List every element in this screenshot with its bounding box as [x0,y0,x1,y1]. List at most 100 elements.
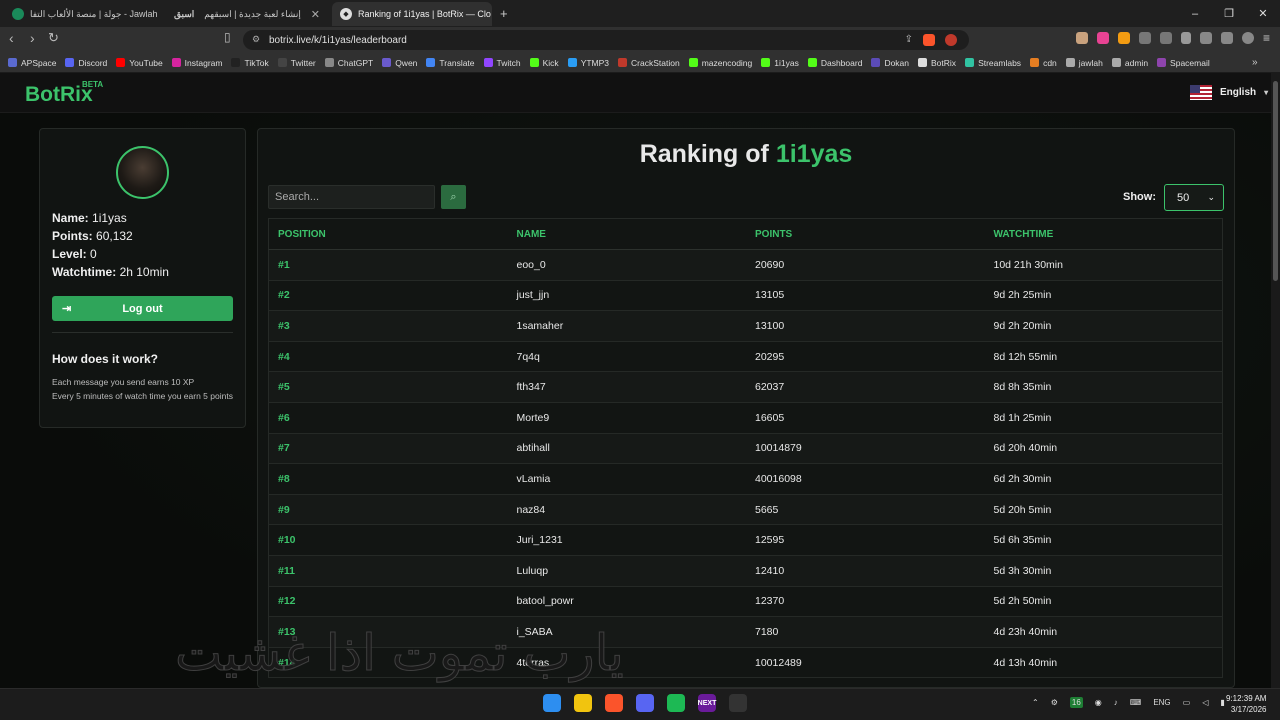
next-icon[interactable]: NEXT [698,694,716,712]
share-icon[interactable]: ⇪ [905,34,913,45]
extension-icon[interactable] [1117,32,1130,44]
bookmark-item[interactable]: Twitter [277,58,316,68]
row-position: #9 [278,503,290,516]
file-explorer-icon[interactable] [574,694,592,712]
bookmark-item[interactable]: APSpace [8,58,56,68]
row-name: 1samaher [516,319,564,332]
row-watchtime: 5d 3h 30min [993,564,1052,577]
bookmark-item[interactable]: BotRix [918,58,956,68]
avatar [116,146,169,199]
bookmark-item[interactable]: TikTok [231,57,269,68]
more-bookmarks-icon[interactable]: » [1252,57,1258,68]
row-name: Luluqp [516,564,549,577]
tab-botrix[interactable]: ◆ Ranking of 1i1yas | BotRix — Clo ✕ [332,2,492,26]
bookmark-item[interactable]: Instagram [171,58,222,68]
windows-start-icon[interactable] [543,694,561,712]
extension-icon[interactable] [1075,32,1088,44]
tab-isbiqhum[interactable]: اسبق إنشاء لعبة جديدة | اسبقهم ✕ [166,2,328,26]
bookmark-item[interactable]: jawlah [1065,58,1103,68]
minimize-button[interactable]: – [1178,8,1212,20]
keyboard-icon[interactable]: ⌨ [1130,698,1142,707]
brave-shields-icon[interactable] [923,34,935,46]
back-icon[interactable]: ‹ [9,30,14,46]
column-position[interactable]: POSITION [269,229,508,240]
bookmark-item[interactable]: admin [1111,58,1148,68]
sidebar-icon[interactable] [1180,32,1191,44]
site-info-icon[interactable]: ⚙ [252,34,260,45]
bookmarks-bar: APSpace Discord YouTube Instagram TikTok Twit… [0,53,1280,73]
bookmark-favicon-icon [426,58,436,67]
column-watchtime[interactable]: WATCHTIME [985,229,1223,240]
column-name[interactable]: NAME [508,229,747,240]
scrollbar-thumb[interactable] [1273,81,1278,281]
leo-icon[interactable] [1220,32,1233,44]
bookmark-item[interactable]: Kick [529,58,559,68]
menu-icon[interactable]: ≡ [1263,31,1270,45]
bookmark-item[interactable]: 1i1yas [761,58,799,68]
row-points: 13105 [755,289,785,302]
discord-icon[interactable] [636,694,654,712]
bookmark-favicon-icon [1157,58,1167,67]
forward-icon[interactable]: › [30,30,35,46]
settings-icon[interactable]: ⚙ [1051,698,1058,707]
wallet-icon[interactable] [1199,32,1212,44]
spotify-icon[interactable] [667,694,685,712]
bookmark-favicon-icon [1111,58,1121,67]
bookmark-item[interactable]: Translate [426,58,475,68]
search-button[interactable]: ⌕ [441,185,466,209]
chevron-up-icon[interactable]: ⌃ [1032,698,1039,707]
tab-label: إنشاء لعبة جديدة | اسبقهم [204,8,301,19]
bookmark-item[interactable]: mazencoding [688,58,752,68]
bookmark-favicon-icon [1030,58,1040,67]
row-position: #2 [278,289,290,302]
volume-icon[interactable]: ◁ [1202,698,1208,707]
extension-icon[interactable] [1159,32,1172,44]
close-icon[interactable]: ✕ [311,8,320,21]
row-watchtime: 5d 20h 5min [993,503,1052,516]
row-points: 12410 [755,564,785,577]
bookmark-item[interactable]: Discord [65,58,107,68]
column-points[interactable]: POINTS [746,229,985,240]
brave-icon[interactable] [605,694,623,712]
bookmark-item[interactable]: CrackStation [618,58,680,68]
battery-icon[interactable]: ▮ [1220,698,1224,707]
steam-icon[interactable] [729,694,747,712]
new-tab-button[interactable]: + [500,6,508,21]
close-window-button[interactable]: ✕ [1246,7,1280,20]
bookmark-item[interactable]: YTMP3 [567,58,609,68]
bookmark-item[interactable]: Qwen [382,58,417,68]
display-icon[interactable]: ▭ [1183,698,1191,707]
bookmark-label: TikTok [244,57,269,68]
overlay-text: يارب تموت اذا غشيت [175,624,624,683]
logout-button[interactable]: ⇥ Log out [52,296,233,321]
reload-icon[interactable]: ↻ [48,30,59,46]
show-select[interactable]: 50 ⌄ [1164,184,1224,211]
scrollbar[interactable] [1271,73,1280,688]
how-it-works-line: Each message you send earns 10 XP [52,377,195,387]
discord-tray-icon[interactable]: ◉ [1095,698,1102,707]
puzzle-icon[interactable] [1138,32,1151,44]
vpn-icon[interactable] [1241,32,1254,44]
bookmark-item[interactable]: cdn [1030,58,1057,68]
table-row: #12 batool_powr 12370 5d 2h 50min [268,586,1223,618]
maximize-button[interactable]: ❐ [1212,7,1246,20]
bookmark-item[interactable]: Dashboard [807,58,862,68]
language-selector[interactable]: English ▾ [1190,85,1268,100]
clock[interactable]: 9:12:39 AM 3/17/2026 [1226,693,1266,715]
bookmark-item[interactable]: YouTube [116,58,163,68]
search-input[interactable] [268,185,435,209]
extension-icon[interactable] [1096,32,1109,44]
bookmark-icon[interactable]: ▯ [224,30,231,44]
brave-rewards-icon[interactable] [945,34,957,46]
address-bar[interactable]: ⚙ botrix.live/k/1i1yas/leaderboard ⇪ [243,30,969,50]
tab-jawlah[interactable]: جولة | منصة الألعاب التفا - Jawlah ✕ [4,2,162,26]
row-name: batool_powr [516,595,574,608]
bookmark-item[interactable]: ChatGPT [324,58,373,68]
microphone-icon[interactable]: ♪ [1114,698,1118,707]
bookmark-item[interactable]: Spacemail [1157,58,1210,68]
nvidia-icon[interactable]: 16 [1069,697,1083,708]
bookmark-item[interactable]: Twitch [483,58,521,68]
bookmark-item[interactable]: Dokan [871,58,909,68]
bookmark-item[interactable]: Streamlabs [965,58,1021,68]
language-indicator[interactable]: ENG [1153,698,1170,707]
